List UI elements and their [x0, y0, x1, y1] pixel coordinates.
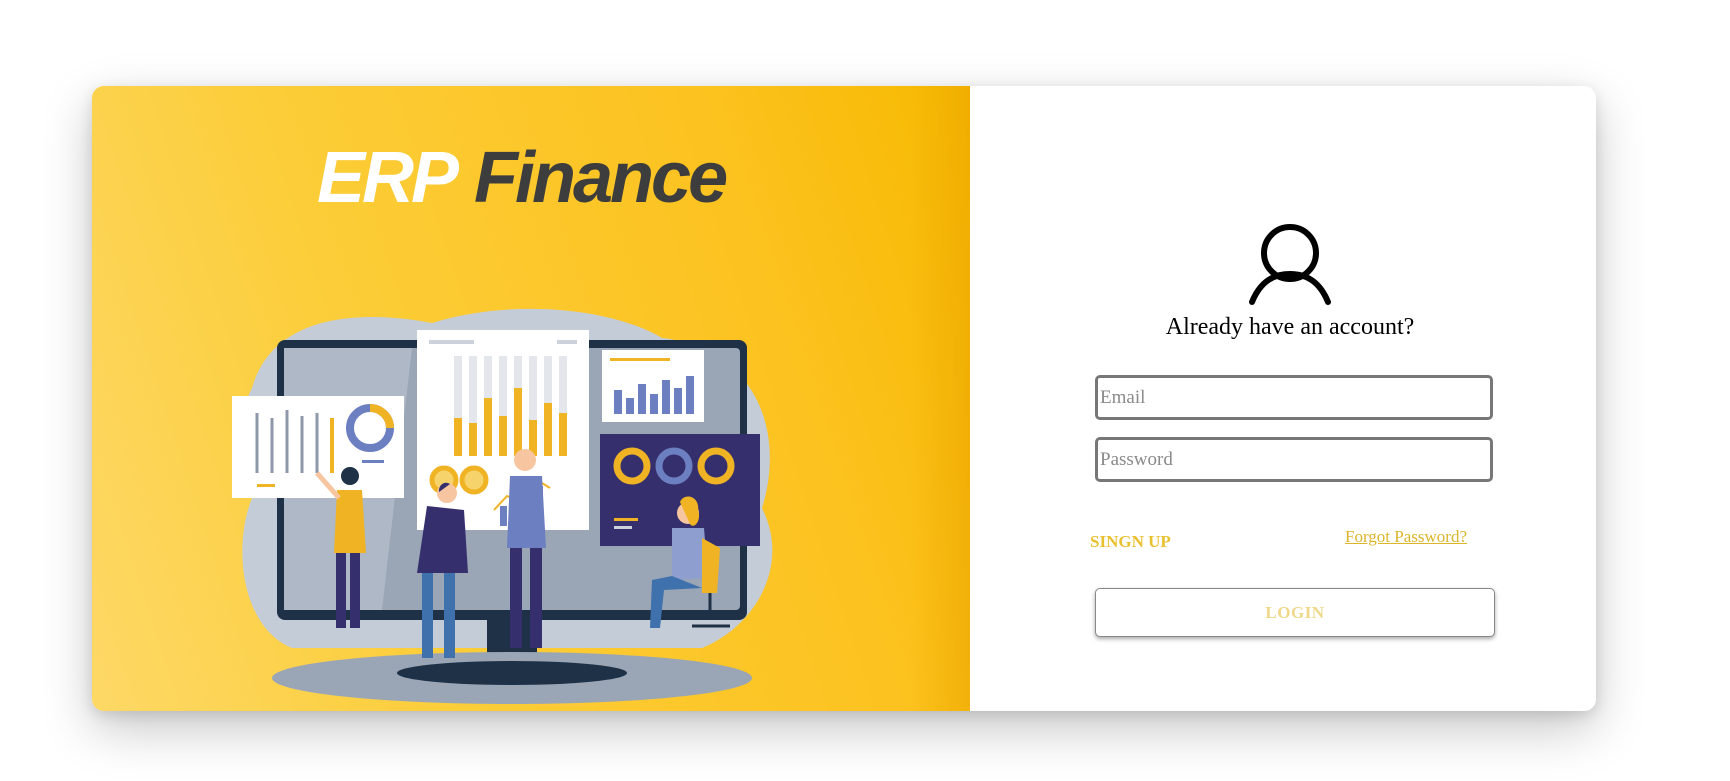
finance-team-illustration — [232, 308, 773, 704]
logo-finance-text: Finance — [474, 138, 728, 218]
login-button[interactable]: LOGIN — [1095, 588, 1495, 637]
email-field[interactable] — [1095, 375, 1493, 420]
hero-panel: ERP Finance — [92, 86, 970, 711]
signup-link[interactable]: SINGN UP — [1090, 532, 1171, 552]
password-field[interactable] — [1095, 437, 1493, 482]
login-title: Already have an account? — [1165, 314, 1415, 340]
forgot-password-link[interactable]: Forgot Password? — [1345, 527, 1467, 547]
user-icon — [1249, 224, 1331, 305]
logo-erp-text: ERP — [317, 138, 459, 218]
erp-finance-logo: ERP Finance — [317, 142, 728, 214]
